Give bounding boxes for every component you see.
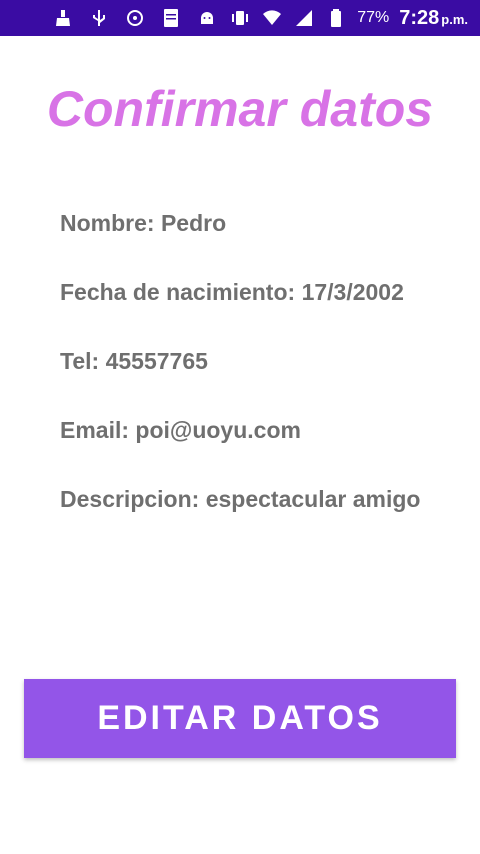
media-sync-icon [124,7,146,29]
usb-icon [88,7,110,29]
detail-value: 17/3/2002 [301,279,404,305]
detail-row-email: Email: poi@uoyu.com [60,417,460,486]
detail-label: Fecha de nacimiento: [60,279,296,305]
wifi-icon [261,7,283,29]
detail-value: poi@uoyu.com [135,417,301,443]
vibrate-icon [229,7,251,29]
cell-signal-icon [293,7,315,29]
clock-time: 7:28 [399,6,440,29]
clock: 7:28 p.m. [399,7,468,30]
system-icons: 77% 7:28 p.m. [229,7,480,30]
cleaner-icon [52,7,74,29]
detail-label: Email: [60,417,130,443]
notification-icons [0,7,218,29]
detail-value: 45557765 [105,348,208,374]
detail-label: Nombre: [60,210,155,236]
detail-label: Tel: [60,348,100,374]
edit-data-button[interactable]: EDITAR DATOS [24,679,456,758]
details-list: Nombre: Pedro Fecha de nacimiento: 17/3/… [60,210,460,555]
android-debug-icon [196,7,218,29]
battery-icon [325,7,347,29]
detail-value: Pedro [160,210,227,236]
holy-bible-app-icon [160,7,182,29]
detail-row-descripcion: Descripcion: espectacular amigo [60,486,460,555]
status-bar: 77% 7:28 p.m. [0,0,480,36]
page-title: Confirmar datos [46,81,434,137]
detail-row-nombre: Nombre: Pedro [60,210,460,279]
detail-row-fecha-nacimiento: Fecha de nacimiento: 17/3/2002 [60,279,460,348]
detail-row-tel: Tel: 45557765 [60,348,460,417]
battery-percent: 77% [357,9,390,26]
clock-ampm: p.m. [441,11,468,27]
detail-label: Descripcion: [60,486,200,512]
detail-value: espectacular amigo [205,486,421,512]
